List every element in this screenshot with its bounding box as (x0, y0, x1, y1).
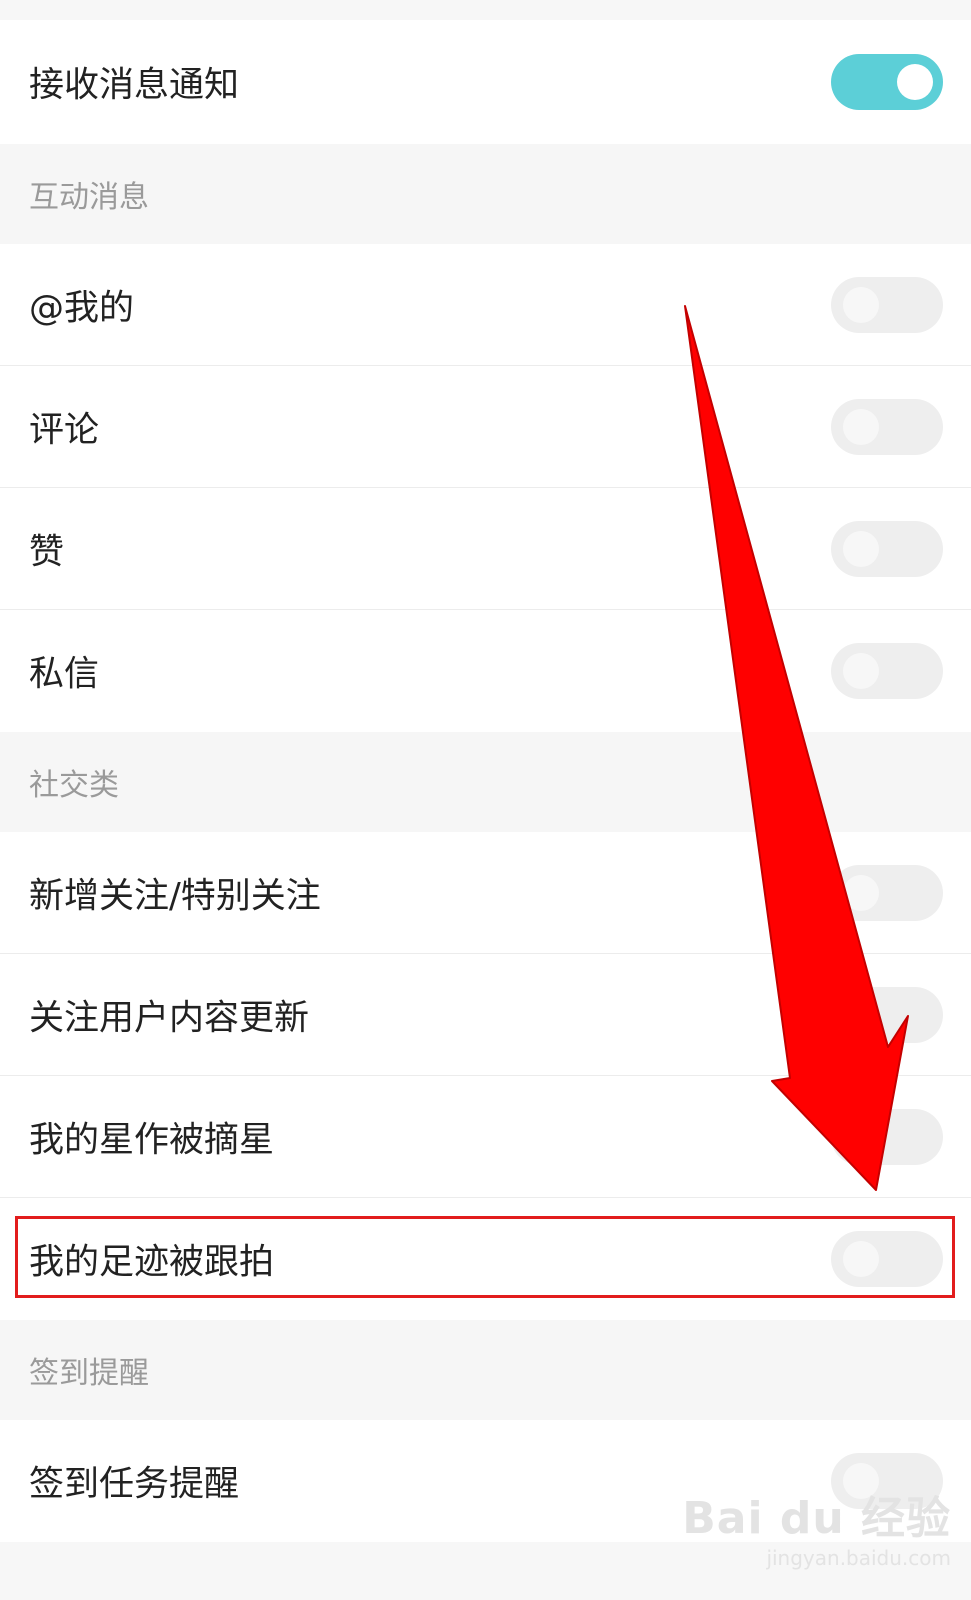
watermark-logo: Bai du 经验 (682, 1493, 951, 1544)
watermark-url: jingyan.baidu.com (766, 1546, 951, 1570)
watermark: Bai du 经验 jingyan.baidu.com (682, 1482, 951, 1570)
annotation-arrow-icon (684, 305, 909, 1191)
